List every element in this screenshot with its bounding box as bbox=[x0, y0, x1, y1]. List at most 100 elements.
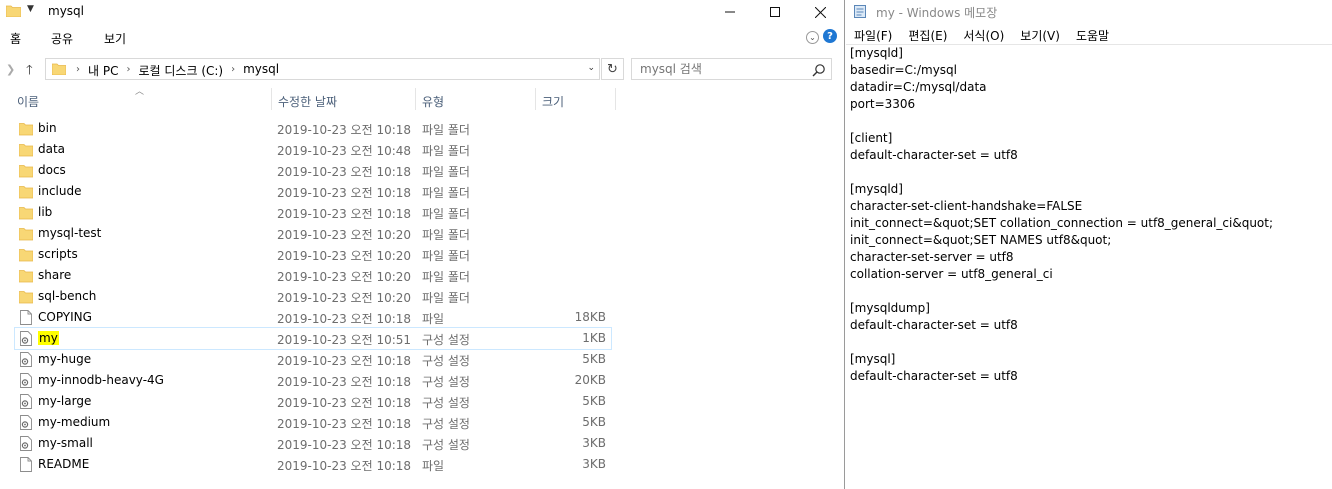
file-row[interactable]: my-innodb-heavy-4G 2019-10-23 오전 10:18 구성 … bbox=[15, 370, 611, 391]
menu-file[interactable]: 파일(F) bbox=[846, 24, 900, 44]
file-row[interactable]: my-medium 2019-10-23 오전 10:18 구성 설정 5KB bbox=[15, 412, 611, 433]
column-divider[interactable] bbox=[615, 88, 616, 110]
file-type: 구성 설정 bbox=[422, 333, 470, 347]
file-row[interactable]: README 2019-10-23 오전 10:18 파일 3KB bbox=[15, 454, 611, 475]
column-header: ︿ 이름 수정한 날짜 유형 크기 bbox=[0, 86, 845, 112]
file-name: lib bbox=[38, 205, 53, 219]
file-date: 2019-10-23 오전 10:20 bbox=[277, 249, 412, 263]
file-name: my bbox=[38, 331, 59, 345]
file-name: include bbox=[38, 184, 82, 198]
text-line: port=3306 bbox=[850, 97, 916, 111]
column-size[interactable]: 크기 bbox=[542, 86, 564, 112]
file-row[interactable]: my-small 2019-10-23 오전 10:18 구성 설정 3KB bbox=[15, 433, 611, 454]
text-line: default-character-set = utf8 bbox=[850, 318, 1018, 332]
file-name: scripts bbox=[38, 247, 78, 261]
text-line: init_connect=&quot;SET collation_connect… bbox=[850, 216, 1274, 230]
tab-share[interactable]: 공유 bbox=[51, 30, 73, 47]
column-date[interactable]: 수정한 날짜 bbox=[278, 86, 337, 112]
text-line: init_connect=&quot;SET NAMES utf8&quot; bbox=[850, 233, 1112, 247]
file-row[interactable]: data 2019-10-23 오전 10:48 파일 폴더 bbox=[15, 139, 611, 160]
file-type: 파일 bbox=[422, 312, 445, 326]
file-size: 20KB bbox=[574, 373, 606, 387]
notepad-menubar: 파일(F) 편집(E) 서식(O) 보기(V) 도움말 bbox=[846, 24, 1332, 44]
breadcrumb-item-this-pc[interactable]: 내 PC bbox=[88, 62, 118, 79]
ribbon-expand-icon[interactable]: ⌄ bbox=[806, 31, 819, 44]
text-line: [client] bbox=[850, 131, 893, 145]
file-row[interactable]: my-huge 2019-10-23 오전 10:18 구성 설정 5KB bbox=[15, 349, 611, 370]
column-type[interactable]: 유형 bbox=[422, 86, 444, 112]
breadcrumb-item-local-disk[interactable]: 로컬 디스크 (C:) bbox=[138, 62, 223, 79]
folder-icon bbox=[19, 165, 33, 178]
notepad-text-area[interactable]: [mysqld] basedir=C:/mysql datadir=C:/mysql… bbox=[846, 44, 1332, 489]
file-name: sql-bench bbox=[38, 289, 97, 303]
navigation-bar: ❯ 🡑 › 내 PC › 로컬 디스크 (C:) › mysql ⌄ ↻ bbox=[0, 54, 845, 84]
text-line: datadir=C:/mysql/data bbox=[850, 80, 987, 94]
file-row[interactable]: include 2019-10-23 오전 10:18 파일 폴더 bbox=[15, 181, 611, 202]
explorer-titlebar: ▼ mysql bbox=[0, 0, 845, 24]
file-date: 2019-10-23 오전 10:51 bbox=[277, 333, 412, 347]
column-name[interactable]: 이름 bbox=[17, 86, 39, 112]
file-type: 구성 설정 bbox=[422, 396, 470, 410]
menu-help[interactable]: 도움말 bbox=[1068, 24, 1117, 44]
chevron-right-icon[interactable]: › bbox=[231, 62, 235, 79]
chevron-right-icon[interactable]: › bbox=[126, 62, 130, 79]
chevron-down-icon[interactable]: ❯ bbox=[6, 63, 15, 76]
file-row[interactable]: mysql-test 2019-10-23 오전 10:20 파일 폴더 bbox=[15, 223, 611, 244]
file-row[interactable]: share 2019-10-23 오전 10:20 파일 폴더 bbox=[15, 265, 611, 286]
column-divider[interactable] bbox=[415, 88, 416, 110]
file-date: 2019-10-23 오전 10:18 bbox=[277, 396, 412, 410]
breadcrumb: › 내 PC › 로컬 디스크 (C:) › mysql bbox=[76, 62, 279, 79]
breadcrumb-item-mysql[interactable]: mysql bbox=[243, 62, 279, 79]
folder-icon bbox=[19, 291, 33, 304]
file-size: 1KB bbox=[582, 331, 606, 345]
close-button[interactable] bbox=[797, 0, 843, 24]
file-icon bbox=[20, 457, 32, 472]
search-input[interactable] bbox=[638, 60, 808, 78]
config-file-icon bbox=[20, 373, 32, 388]
menu-view[interactable]: 보기(V) bbox=[1012, 24, 1068, 44]
file-date: 2019-10-23 오전 10:18 bbox=[277, 375, 412, 389]
column-divider[interactable] bbox=[271, 88, 272, 110]
quick-access-dropdown-icon[interactable]: ▼ bbox=[27, 4, 34, 14]
file-type: 구성 설정 bbox=[422, 354, 470, 368]
column-divider[interactable] bbox=[535, 88, 536, 110]
file-type: 파일 폴더 bbox=[422, 144, 470, 158]
file-row[interactable]: my 2019-10-23 오전 10:51 구성 설정 1KB bbox=[14, 327, 612, 350]
search-box[interactable] bbox=[631, 58, 832, 80]
menu-edit[interactable]: 편집(E) bbox=[900, 24, 955, 44]
file-row[interactable]: lib 2019-10-23 오전 10:18 파일 폴더 bbox=[15, 202, 611, 223]
file-row[interactable]: COPYING 2019-10-23 오전 10:18 파일 18KB bbox=[15, 307, 611, 328]
file-type: 파일 폴더 bbox=[422, 291, 470, 305]
address-dropdown-icon[interactable]: ⌄ bbox=[587, 63, 595, 73]
file-row[interactable]: docs 2019-10-23 오전 10:18 파일 폴더 bbox=[15, 160, 611, 181]
file-size: 5KB bbox=[582, 394, 606, 408]
text-line: [mysqldump] bbox=[850, 301, 930, 315]
config-file-icon bbox=[20, 394, 32, 409]
file-name: mysql-test bbox=[38, 226, 102, 240]
file-row[interactable]: bin 2019-10-23 오전 10:18 파일 폴더 bbox=[15, 118, 611, 139]
file-date: 2019-10-23 오전 10:20 bbox=[277, 291, 412, 305]
maximize-button[interactable] bbox=[752, 0, 798, 24]
refresh-button[interactable]: ↻ bbox=[601, 58, 624, 80]
up-arrow-icon[interactable]: 🡑 bbox=[26, 61, 33, 83]
chevron-right-icon[interactable]: › bbox=[76, 62, 80, 79]
help-icon[interactable]: ? bbox=[823, 29, 837, 43]
tab-home[interactable]: 홈 bbox=[10, 30, 21, 47]
text-line: collation-server = utf8_general_ci bbox=[850, 267, 1053, 281]
file-name: my-small bbox=[38, 436, 93, 450]
folder-icon bbox=[19, 249, 33, 262]
file-row[interactable]: sql-bench 2019-10-23 오전 10:20 파일 폴더 bbox=[15, 286, 611, 307]
text-line: default-character-set = utf8 bbox=[850, 148, 1018, 162]
search-icon[interactable] bbox=[812, 63, 826, 77]
text-line: default-character-set = utf8 bbox=[850, 369, 1018, 383]
refresh-icon: ↻ bbox=[607, 61, 618, 77]
folder-icon[interactable] bbox=[6, 5, 21, 17]
tab-view[interactable]: 보기 bbox=[104, 30, 126, 47]
minimize-button[interactable] bbox=[707, 0, 753, 24]
text-line bbox=[846, 283, 1332, 300]
file-row[interactable]: scripts 2019-10-23 오전 10:20 파일 폴더 bbox=[15, 244, 611, 265]
address-bar[interactable]: › 내 PC › 로컬 디스크 (C:) › mysql ⌄ bbox=[45, 58, 600, 80]
folder-icon bbox=[19, 228, 33, 241]
menu-format[interactable]: 서식(O) bbox=[955, 24, 1012, 44]
file-row[interactable]: my-large 2019-10-23 오전 10:18 구성 설정 5KB bbox=[15, 391, 611, 412]
